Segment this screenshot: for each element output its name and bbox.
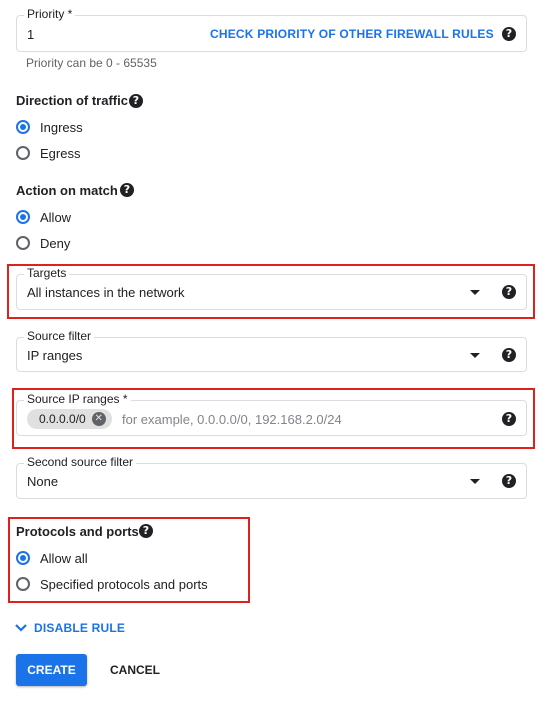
disable-rule-toggle[interactable]: DISABLE RULE: [14, 621, 125, 635]
source-ip-input[interactable]: for example, 0.0.0.0/0, 192.168.2.0/24: [122, 412, 342, 427]
help-icon[interactable]: ?: [502, 285, 516, 299]
source-ip-label: Source IP ranges *: [24, 392, 131, 406]
ip-chip[interactable]: 0.0.0.0/0 ✕: [27, 409, 112, 429]
radio-button-checked[interactable]: [16, 551, 30, 565]
targets-value: All instances in the network: [27, 285, 185, 300]
caret-down-icon[interactable]: [470, 290, 480, 295]
protocols-title: Protocols and ports: [16, 524, 139, 539]
source-filter-select[interactable]: Source filter IP ranges ?: [16, 329, 527, 372]
source-ip-ranges-field[interactable]: Source IP ranges * 0.0.0.0/0 ✕ for examp…: [16, 392, 527, 436]
radio-label: Egress: [40, 145, 81, 161]
help-icon[interactable]: ?: [502, 412, 516, 426]
priority-label: Priority *: [24, 7, 76, 21]
radio-deny[interactable]: Deny: [16, 233, 70, 253]
targets-select[interactable]: Targets All instances in the network ?: [16, 266, 527, 310]
chevron-down-icon: [15, 624, 27, 632]
radio-specified-protocols[interactable]: Specified protocols and ports: [16, 574, 208, 594]
direction-title: Direction of traffic: [16, 93, 128, 108]
priority-input[interactable]: 1: [27, 27, 34, 42]
check-priority-link[interactable]: CHECK PRIORITY OF OTHER FIREWALL RULES: [210, 27, 494, 41]
radio-button[interactable]: [16, 146, 30, 160]
action-title: Action on match: [16, 183, 118, 198]
source-filter-label: Source filter: [24, 329, 95, 343]
radio-ingress[interactable]: Ingress: [16, 117, 83, 137]
targets-label: Targets: [24, 266, 70, 280]
radio-label: Deny: [40, 235, 71, 251]
ip-chip-label: 0.0.0.0/0: [39, 412, 86, 426]
help-icon[interactable]: ?: [139, 524, 153, 538]
cancel-button[interactable]: CANCEL: [103, 654, 167, 686]
create-button[interactable]: CREATE: [16, 654, 87, 686]
radio-allow-all[interactable]: Allow all: [16, 548, 88, 568]
help-icon[interactable]: ?: [120, 183, 134, 197]
source-filter-value: IP ranges: [27, 348, 83, 363]
caret-down-icon[interactable]: [470, 353, 480, 358]
help-icon[interactable]: ?: [129, 94, 143, 108]
second-source-filter-value: None: [27, 474, 59, 489]
radio-label: Allow all: [40, 550, 88, 566]
help-icon[interactable]: ?: [502, 348, 516, 362]
radio-button[interactable]: [16, 577, 30, 591]
radio-label: Ingress: [40, 119, 83, 135]
priority-hint: Priority can be 0 - 65535: [26, 56, 157, 70]
caret-down-icon[interactable]: [470, 479, 480, 484]
help-icon[interactable]: ?: [502, 474, 516, 488]
close-circle-icon[interactable]: ✕: [91, 412, 106, 426]
radio-button[interactable]: [16, 236, 30, 250]
radio-button-checked[interactable]: [16, 120, 30, 134]
second-source-filter-select[interactable]: Second source filter None ?: [16, 455, 527, 499]
second-source-filter-label: Second source filter: [24, 455, 137, 469]
radio-label: Specified protocols and ports: [40, 576, 208, 592]
radio-egress[interactable]: Egress: [16, 143, 80, 163]
radio-allow[interactable]: Allow: [16, 207, 71, 227]
disable-rule-label: DISABLE RULE: [34, 621, 126, 635]
help-icon[interactable]: ?: [502, 27, 516, 41]
radio-button-checked[interactable]: [16, 210, 30, 224]
radio-label: Allow: [40, 209, 72, 225]
priority-field[interactable]: Priority * 1 CHECK PRIORITY OF OTHER FIR…: [16, 7, 527, 52]
